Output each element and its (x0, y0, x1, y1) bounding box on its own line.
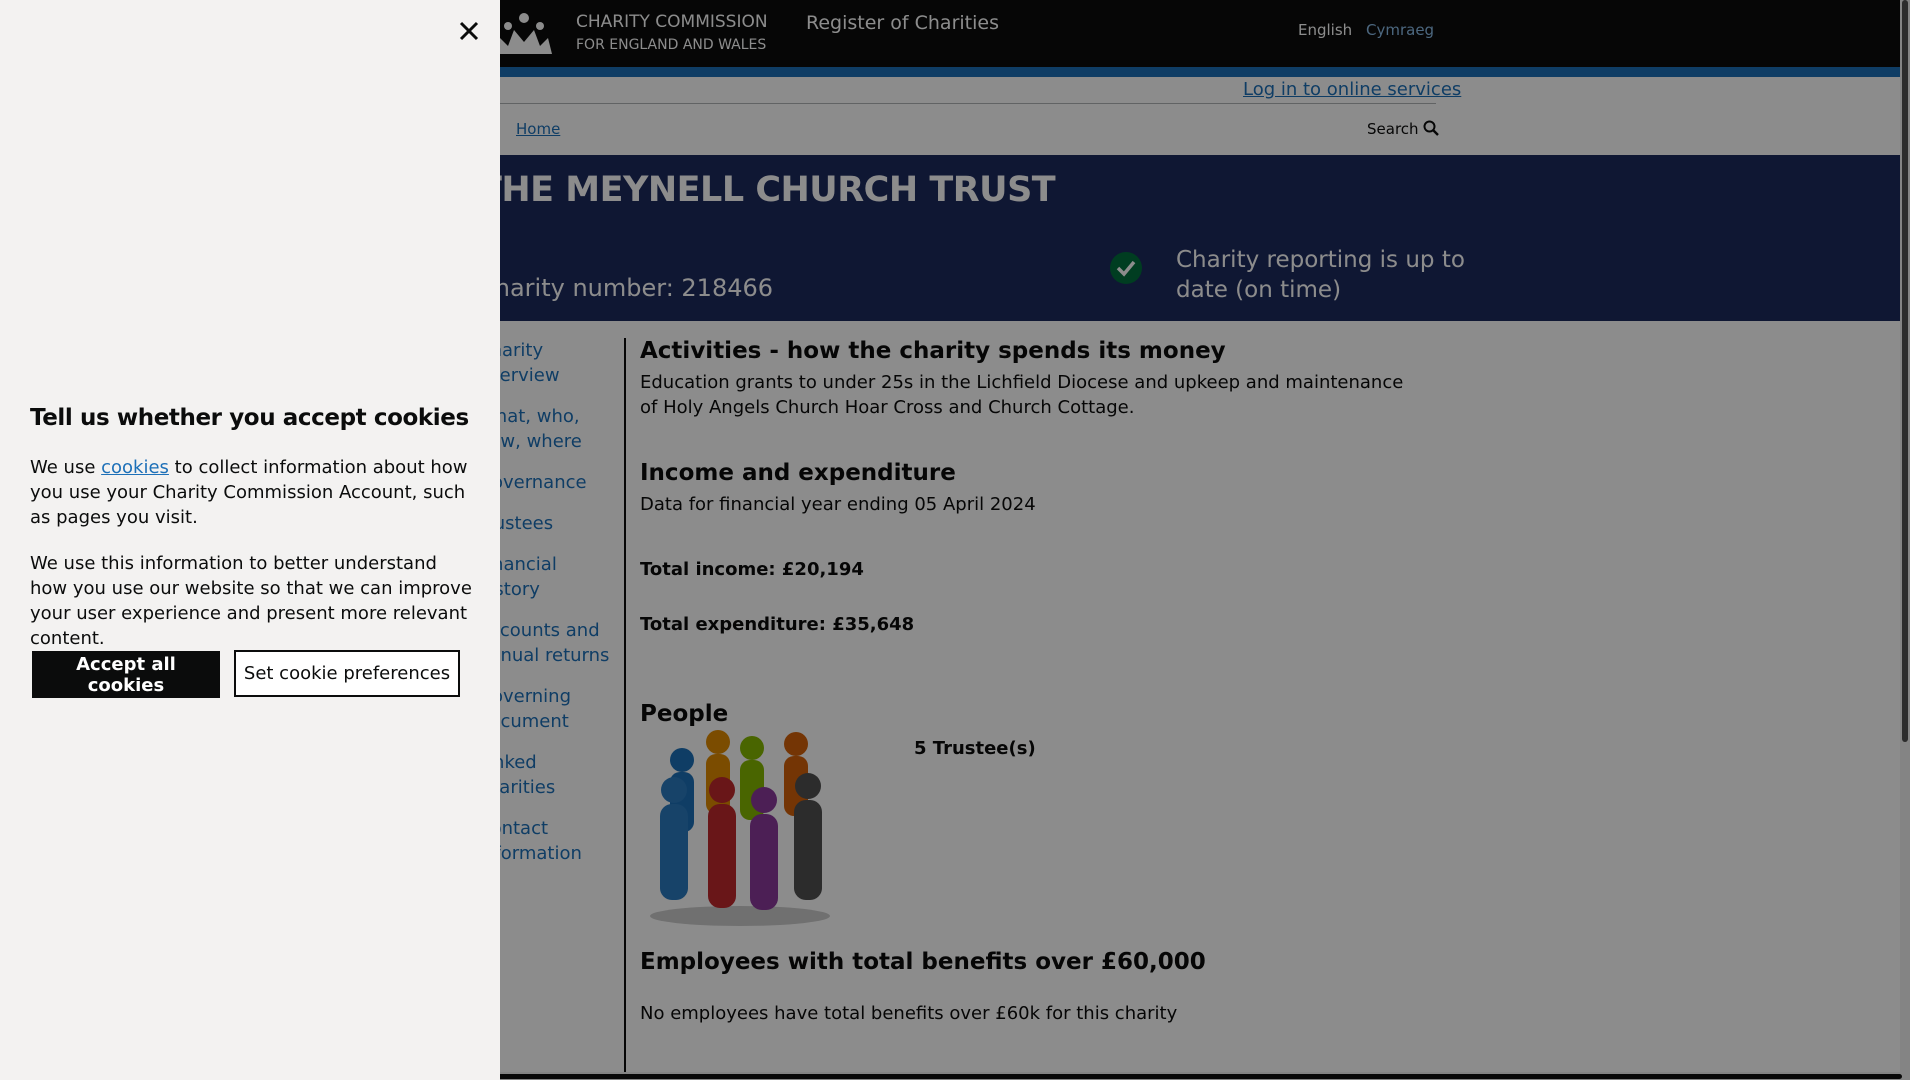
cookie-panel: Tell us whether you accept cookies We us… (0, 0, 500, 1080)
close-icon[interactable] (455, 17, 483, 45)
cookie-title: Tell us whether you accept cookies (30, 405, 469, 431)
cookie-paragraph-2: We use this information to better unders… (30, 553, 472, 649)
cookies-link[interactable]: cookies (101, 457, 169, 478)
cookie-p1-before: We use (30, 457, 102, 478)
accept-cookies-button[interactable]: Accept all cookies (32, 651, 220, 698)
cookie-preferences-button[interactable]: Set cookie preferences (234, 650, 460, 697)
cookie-paragraph-1: We use cookies to collect information ab… (30, 455, 475, 530)
modal-backdrop (500, 0, 1910, 1080)
